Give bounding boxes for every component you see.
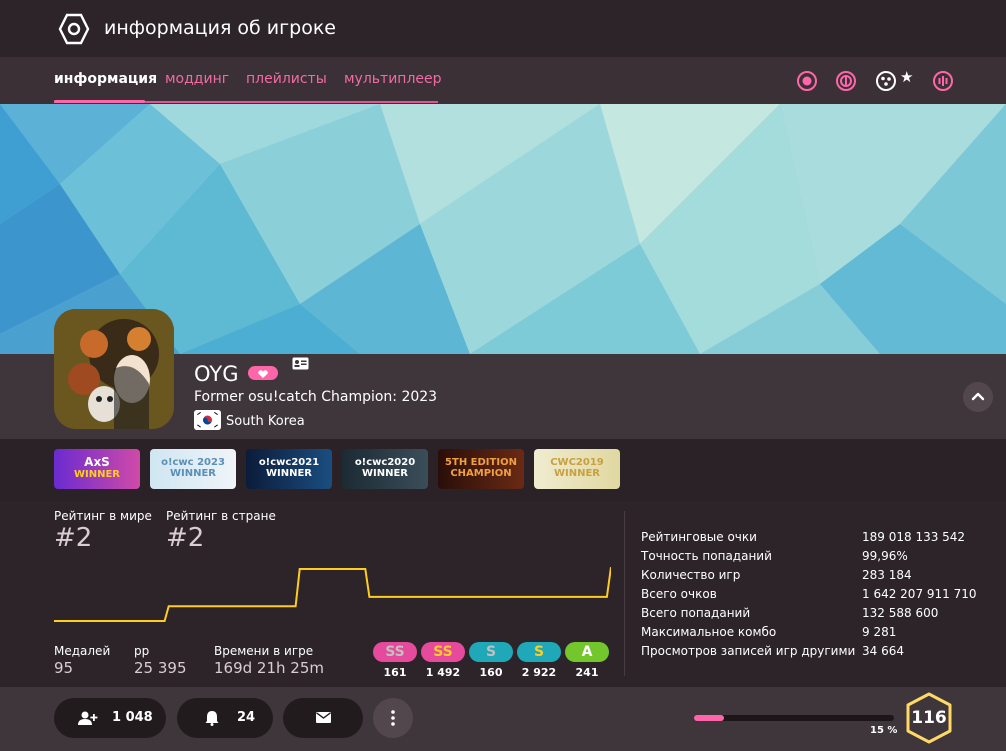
osu-mode-icon[interactable]: [796, 70, 818, 92]
global-rank-label: Рейтинг в мире: [54, 509, 152, 523]
ranked-score-label: Рейтинговые очки: [641, 530, 757, 544]
more-vertical-icon: [391, 710, 395, 726]
level-progress-track: [694, 715, 894, 721]
catch-mode-icon[interactable]: [875, 70, 897, 92]
collapse-header-button[interactable]: [963, 382, 993, 412]
username: OYG: [194, 362, 239, 386]
grade-ss-count: 1 492: [425, 666, 461, 679]
country-name[interactable]: South Korea: [226, 414, 305, 429]
grade-s-silver-count: 160: [479, 666, 503, 679]
taiko-mode-icon[interactable]: [835, 70, 857, 92]
replays-watched-label: Просмотров записей игр другими: [641, 644, 856, 658]
playtime-value: 169d 21h 25m: [214, 659, 324, 677]
badge-cwc2019-winner[interactable]: CWC2019 WINNER: [534, 449, 620, 489]
badge-cwc2021-winner[interactable]: o!cwc2021 WINNER: [246, 449, 332, 489]
envelope-icon: [316, 712, 331, 723]
profile-card-icon[interactable]: [292, 357, 309, 370]
medals-value: 95: [54, 659, 74, 677]
avatar-image: [54, 309, 174, 429]
top-bar: информация об игроке: [0, 0, 1006, 57]
medals-label: Медалей: [54, 644, 111, 658]
total-hits-label: Всего попаданий: [641, 606, 751, 620]
active-tab-indicator: [54, 100, 145, 103]
max-combo-label: Максимальное комбо: [641, 625, 777, 639]
grade-ss-silver-count: 161: [383, 666, 407, 679]
grade-a-count: 241: [575, 666, 599, 679]
stats-divider: [624, 511, 625, 676]
rank-history-graph[interactable]: [54, 560, 611, 630]
subscribers-count: 24: [237, 710, 256, 725]
global-rank-value: #2: [54, 523, 93, 553]
grade-s: S: [517, 642, 561, 662]
followers-count: 1 048: [112, 710, 153, 725]
more-options-button[interactable]: [373, 698, 413, 738]
grade-s-count: 2 922: [521, 666, 557, 679]
total-score-value: 1 642 207 911 710: [862, 587, 977, 601]
add-friend-icon: [78, 711, 98, 725]
badge-axs-winner[interactable]: AxS WINNER: [54, 449, 140, 489]
supporter-badge[interactable]: [248, 366, 278, 380]
total-score-label: Всего очков: [641, 587, 717, 601]
heart-icon: [258, 370, 268, 378]
grade-s-silver: S: [469, 642, 513, 662]
chevron-up-icon: [971, 392, 985, 401]
accuracy-value: 99,96%: [862, 549, 908, 563]
pp-value: 25 395: [134, 659, 187, 677]
user-title: Former osu!catch Champion: 2023: [194, 389, 438, 405]
max-combo-value: 9 281: [862, 625, 897, 639]
badge-cwc2023-winner[interactable]: o!cwc 2023 WINNER: [150, 449, 236, 489]
badges-row: AxS WINNER o!cwc 2023 WINNER o!cwc2021 W…: [0, 439, 1006, 501]
country-rank-value: #2: [166, 523, 205, 553]
badge-cwc2020-winner[interactable]: o!cwc2020 WINNER: [342, 449, 428, 489]
mania-mode-icon[interactable]: [932, 70, 954, 92]
pp-label: pp: [134, 644, 150, 658]
play-count-label: Количество игр: [641, 568, 741, 582]
total-hits-value: 132 588 600: [862, 606, 939, 620]
replays-watched-value: 34 664: [862, 644, 904, 658]
subscribers-button[interactable]: 24: [177, 698, 273, 738]
tab-playlists[interactable]: плейлисты: [246, 71, 327, 87]
rank-history-line: [54, 566, 611, 622]
country-rank-label: Рейтинг в стране: [166, 509, 276, 523]
tab-bar: информация моддинг плейлисты мультиплеер…: [0, 57, 1006, 104]
grade-ss-silver: SS: [373, 642, 417, 662]
accuracy-label: Точность попаданий: [641, 549, 772, 563]
play-count-value: 283 184: [862, 568, 912, 582]
page-title: информация об игроке: [104, 17, 336, 39]
avatar[interactable]: [54, 309, 174, 429]
grade-a: A: [565, 642, 609, 662]
default-mode-star-icon: ★: [900, 68, 914, 86]
user-profile-icon: [58, 13, 90, 45]
grade-ss: SS: [421, 642, 465, 662]
ranked-score-value: 189 018 133 542: [862, 530, 966, 544]
followers-button[interactable]: 1 048: [54, 698, 166, 738]
level-progress-fill: [694, 715, 724, 721]
bell-icon: [205, 711, 219, 726]
level-progress-label: 15 %: [870, 725, 898, 736]
badge-axs-5th-champion[interactable]: 5TH EDITION CHAMPION: [438, 449, 524, 489]
playtime-label: Времени в игре: [214, 644, 314, 658]
level-value: 116: [911, 708, 947, 728]
tab-info[interactable]: информация: [54, 71, 157, 87]
south-korea-flag-icon: [194, 410, 221, 430]
send-message-button[interactable]: [283, 698, 363, 738]
tab-multiplayer[interactable]: мультиплеер: [344, 71, 442, 87]
tab-modding[interactable]: моддинг: [165, 71, 229, 87]
